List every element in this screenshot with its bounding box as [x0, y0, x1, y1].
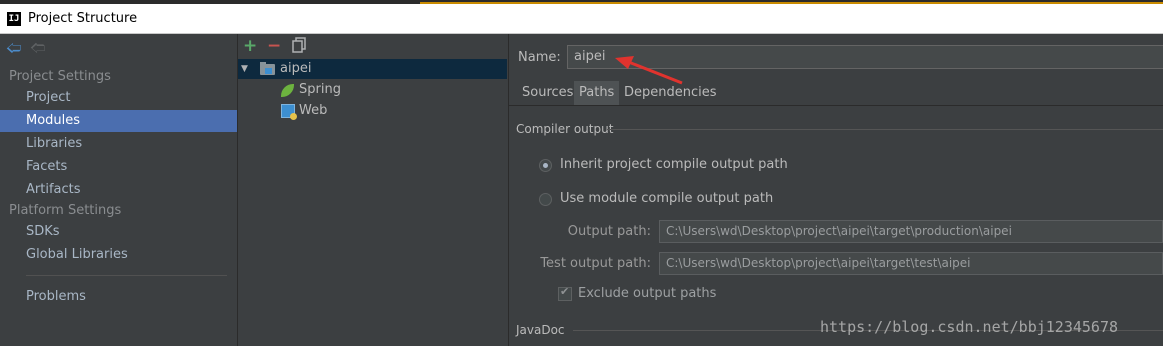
compiler-output-title: Compiler output: [516, 122, 614, 136]
nav-item-project[interactable]: Project: [0, 87, 237, 109]
test-output-path-field[interactable]: C:\Users\wd\Desktop\project\aipei\target…: [659, 252, 1163, 275]
test-output-path-label: Test output path:: [540, 256, 651, 271]
window-title: Project Structure: [28, 11, 138, 26]
section-platform-settings: Platform Settings: [9, 203, 122, 218]
nav-item-modules[interactable]: Modules: [0, 110, 237, 132]
module-tree-panel: + − ▼ aipei Spring Web: [238, 34, 509, 346]
tree-node-spring[interactable]: Spring: [238, 80, 507, 100]
exclude-output-label[interactable]: Exclude output paths: [578, 286, 716, 301]
name-label: Name:: [518, 50, 561, 65]
inherit-output-radio[interactable]: [539, 159, 552, 172]
module-output-radio[interactable]: [539, 193, 552, 206]
forward-arrow-icon[interactable]: 🢢: [30, 40, 45, 56]
tree-node-label: aipei: [280, 61, 312, 76]
nav-item-sdks[interactable]: SDKs: [0, 221, 237, 243]
module-output-label[interactable]: Use module compile output path: [560, 191, 773, 206]
nav-divider: [26, 275, 227, 276]
nav-item-facets[interactable]: Facets: [0, 156, 237, 178]
add-icon[interactable]: +: [243, 37, 257, 55]
expand-arrow-icon[interactable]: ▼: [241, 59, 248, 79]
tree-node-aipei[interactable]: ▼ aipei: [238, 59, 507, 79]
settings-nav: 🢠 🢢 Project Settings Project Modules Lib…: [0, 34, 238, 346]
nav-item-artifacts[interactable]: Artifacts: [0, 179, 237, 201]
nav-item-libraries[interactable]: Libraries: [0, 133, 237, 155]
exclude-output-checkbox[interactable]: ✔: [558, 285, 572, 301]
annotation-arrow: [615, 56, 683, 85]
tree-node-web[interactable]: Web: [238, 101, 507, 121]
nav-item-problems[interactable]: Problems: [0, 286, 237, 308]
checkmark-icon: ✔: [560, 285, 570, 298]
back-arrow-icon[interactable]: 🢠: [6, 40, 21, 56]
inherit-output-label[interactable]: Inherit project compile output path: [560, 157, 788, 172]
group-divider: [607, 129, 1163, 130]
title-bar: IJ Project Structure: [0, 4, 1163, 34]
module-settings-panel: Name: aipei Sources Paths Dependencies C…: [509, 34, 1163, 346]
tree-node-label: Web: [299, 103, 328, 118]
intellij-icon: IJ: [7, 12, 21, 26]
tree-node-label: Spring: [299, 82, 341, 97]
paths-tab-content: Compiler output Inherit project compile …: [509, 106, 1163, 346]
web-icon: [281, 104, 297, 120]
copy-icon[interactable]: [292, 37, 306, 57]
watermark: https://blog.csdn.net/bbj12345678: [820, 318, 1119, 336]
section-project-settings: Project Settings: [9, 69, 111, 84]
module-folder-icon: [260, 62, 275, 75]
nav-item-global-libraries[interactable]: Global Libraries: [0, 244, 237, 266]
remove-icon[interactable]: −: [267, 37, 281, 55]
javadoc-title: JavaDoc: [516, 323, 565, 337]
spring-icon: [281, 84, 294, 97]
output-path-field[interactable]: C:\Users\wd\Desktop\project\aipei\target…: [659, 220, 1163, 243]
tab-sources[interactable]: Sources: [517, 81, 580, 105]
output-path-label: Output path:: [567, 224, 651, 239]
